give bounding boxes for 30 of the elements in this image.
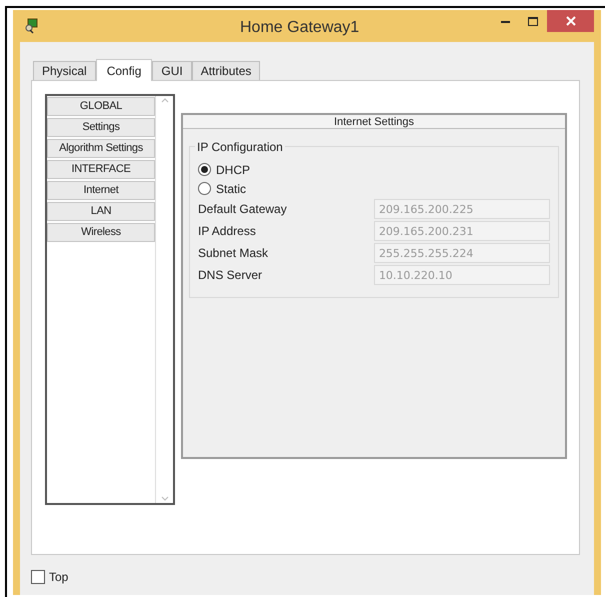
sidebar-item[interactable]: Wireless [47,223,155,242]
field-label: Subnet Mask [198,245,270,262]
radio-button[interactable] [198,182,211,195]
app-icon [24,18,40,34]
radio-button[interactable] [198,163,211,176]
scroll-down-icon [160,496,168,501]
checkbox-label: Top [49,569,68,586]
close-button[interactable] [547,10,594,32]
tab[interactable]: Attributes [192,61,260,80]
field-label: IP Address [198,223,257,240]
field-label: DNS Server [198,267,264,284]
tab[interactable]: Physical [33,61,96,80]
sidebar-item[interactable]: Algorithm Settings [47,139,155,158]
sidebar-item[interactable]: Internet [47,181,155,200]
tab[interactable]: GUI [152,61,192,80]
radio-label: DHCP [216,162,250,178]
close-icon [566,16,576,26]
sidebar-item[interactable]: INTERFACE [47,160,155,179]
sidebar-item[interactable]: Settings [47,118,155,137]
scroll-up-icon [160,98,168,103]
checkbox[interactable] [31,570,45,584]
sidebar-item[interactable]: LAN [47,202,155,221]
tab[interactable]: Config [96,59,152,81]
sidebar-item[interactable]: GLOBAL [47,97,155,116]
window-title: Home Gateway1 [240,18,360,38]
minimize-icon [500,20,510,22]
panel-title: Internet Settings [183,115,565,129]
field-label: Default Gateway [198,201,288,218]
radio-label: Static [216,180,246,198]
maximize-icon [528,16,538,26]
